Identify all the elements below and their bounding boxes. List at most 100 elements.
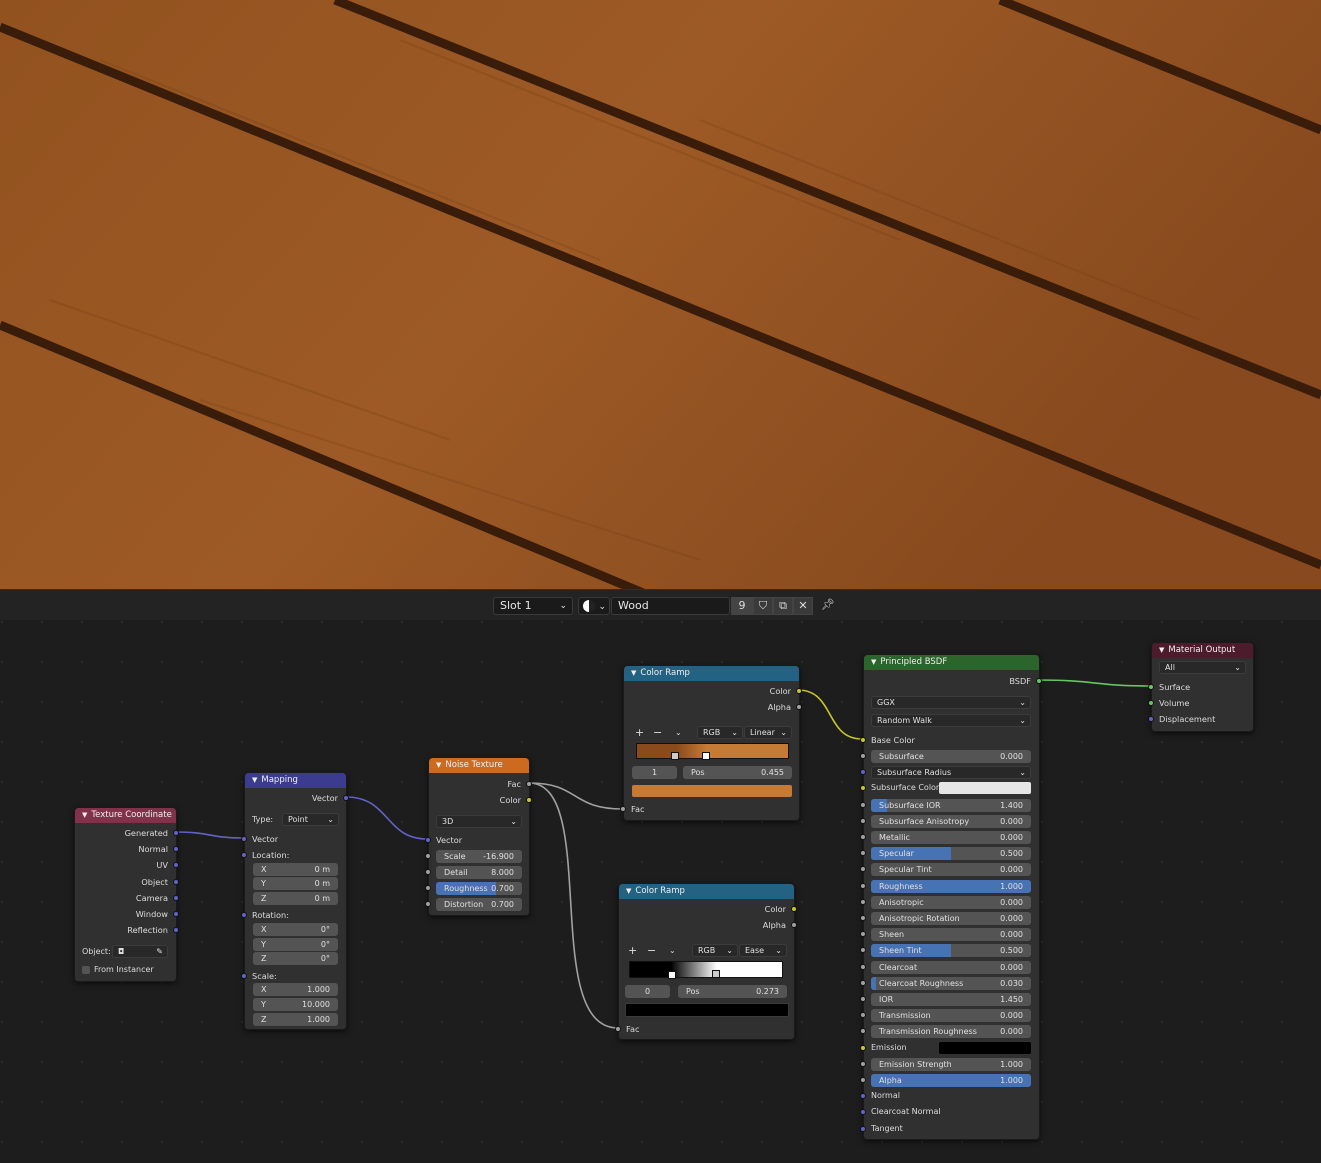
stop-index-field[interactable]: 1 — [632, 766, 677, 779]
bsdf-input-9-field[interactable]: Sheen 0.000 — [871, 928, 1031, 942]
socket-bsdf-input-13[interactable] — [860, 996, 866, 1002]
bsdf-input-13[interactable]: IOR 1.450 — [860, 992, 1039, 1006]
bsdf-input-10-field[interactable]: Sheen Tint 0.500 — [871, 944, 1031, 958]
subsurface-method-dropdown[interactable]: Random Walk ⌄ — [871, 714, 1031, 727]
bsdf-input-12[interactable]: Clearcoat Roughness 0.030 — [860, 976, 1039, 990]
subsurface-field[interactable]: Subsurface 0.000 — [871, 750, 1031, 763]
bsdf-input-7[interactable]: Anisotropic 0.000 — [860, 895, 1039, 909]
socket-normal[interactable] — [173, 846, 179, 852]
bsdf-input-7-field[interactable]: Anisotropic 0.000 — [871, 895, 1031, 909]
bsdf-input-4-field[interactable]: Specular 0.500 — [871, 847, 1031, 861]
socket-bsdf-input-9[interactable] — [860, 931, 866, 938]
add-stop-button[interactable]: + — [635, 726, 644, 740]
location-y-field[interactable]: Y 0 m — [253, 877, 338, 890]
socket-volume[interactable] — [1148, 700, 1154, 706]
socket-emission[interactable] — [860, 1044, 866, 1051]
type-dropdown[interactable]: Point ⌄ — [282, 813, 339, 826]
bsdf-input-6[interactable]: Roughness 1.000 — [860, 879, 1039, 893]
socket-bsdf-input-14[interactable] — [860, 1012, 866, 1019]
socket-bsdf-input-10[interactable] — [860, 947, 866, 954]
remove-stop-button[interactable]: − — [647, 944, 656, 958]
bsdf-input-9[interactable]: Sheen 0.000 — [860, 927, 1039, 942]
material-name-field[interactable]: Wood — [611, 597, 730, 615]
bsdf-input-4[interactable]: Specular 0.500 — [860, 846, 1039, 861]
bsdf-input-2[interactable]: Subsurface Anisotropy 0.000 — [860, 814, 1039, 828]
socket-detail[interactable] — [425, 869, 431, 875]
bsdf-input-8[interactable]: Anisotropic Rotation 0.000 — [860, 911, 1039, 925]
principled-bsdf-node[interactable]: ▼ Principled BSDF BSDF GGX ⌄ Random Walk ⌄ … — [860, 654, 1042, 1140]
socket-color-out[interactable] — [526, 797, 532, 803]
add-stop-button[interactable]: + — [628, 944, 637, 958]
interpolation-dropdown[interactable]: Ease ⌄ — [739, 944, 787, 957]
bsdf-input-8-field[interactable]: Anisotropic Rotation 0.000 — [871, 912, 1031, 925]
color-ramp-node-1[interactable]: ▼ Color Ramp Color Alpha + − ⌄ RGB ⌄ Linea… — [620, 665, 802, 821]
ramp-stop-handle-active[interactable] — [702, 752, 710, 760]
user-count-button[interactable]: 9 — [731, 597, 753, 615]
alpha[interactable]: Alpha 1.000 — [860, 1073, 1039, 1087]
node-header[interactable]: ▼ Mapping — [245, 773, 346, 788]
socket-bsdf-input-6[interactable] — [860, 882, 866, 889]
color-mode-dropdown[interactable]: RGB ⌄ — [697, 726, 743, 739]
dimensions-dropdown[interactable]: 3D ⌄ — [436, 815, 522, 828]
socket-vector-input-0[interactable] — [860, 1093, 866, 1100]
target-dropdown[interactable]: All ⌄ — [1159, 661, 1246, 674]
socket-vector-out[interactable] — [343, 795, 349, 801]
pin-button[interactable]: 📌︎ — [818, 597, 838, 615]
distortion-field[interactable]: Distortion 0.700 — [436, 898, 522, 911]
rotation-y-field[interactable]: Y 0° — [253, 938, 338, 951]
color-ramp-node-2[interactable]: ▼ Color Ramp Color Alpha + − ⌄ RGB ⌄ Ease ⌄… — [615, 883, 797, 1040]
socket-reflection[interactable] — [173, 927, 179, 933]
emission-strength-field[interactable]: Emission Strength 1.000 — [871, 1057, 1031, 1071]
socket-displacement[interactable] — [1148, 716, 1154, 722]
socket-alpha-out[interactable] — [791, 922, 797, 928]
bsdf-input-3-field[interactable]: Metallic 0.000 — [871, 831, 1031, 844]
socket-bsdf-input-11[interactable] — [860, 963, 866, 970]
socket-generated[interactable] — [173, 830, 179, 836]
stop-position-field[interactable]: Pos 0.273 — [678, 985, 787, 998]
bsdf-input-10[interactable]: Sheen Tint 0.500 — [860, 943, 1039, 958]
stop-color-swatch[interactable] — [625, 1003, 789, 1017]
socket-vector-in[interactable] — [241, 836, 247, 842]
socket-vector-in[interactable] — [425, 837, 431, 843]
bsdf-input-3[interactable]: Metallic 0.000 — [860, 830, 1039, 844]
chevron-down-icon[interactable]: ⌄ — [675, 726, 682, 740]
node-header[interactable]: ▼ Color Ramp — [624, 666, 799, 681]
bsdf-input-5-field[interactable]: Specular Tint 0.000 — [871, 863, 1031, 877]
socket-bsdf-input-3[interactable] — [860, 834, 866, 840]
socket-color-out[interactable] — [796, 688, 802, 694]
bsdf-input-14[interactable]: Transmission 0.000 — [860, 1008, 1039, 1023]
socket-bsdf-input-12[interactable] — [860, 979, 866, 986]
emission-strength[interactable]: Emission Strength 1.000 — [860, 1057, 1039, 1071]
socket-location[interactable] — [241, 852, 247, 858]
bsdf-input-12-field[interactable]: Clearcoat Roughness 0.030 — [871, 976, 1031, 990]
rotation-z-field[interactable]: Z 0° — [253, 952, 338, 965]
duplicate-material-button[interactable]: ⧉ — [773, 597, 793, 615]
socket-rotation[interactable] — [241, 912, 247, 918]
scale-z-field[interactable]: Z 1.000 — [253, 1013, 338, 1026]
socket-fac-in[interactable] — [615, 1026, 621, 1032]
socket-emission-strength[interactable] — [860, 1060, 866, 1067]
node-header[interactable]: ▼ Principled BSDF — [864, 655, 1039, 670]
socket-bsdf-input-7[interactable] — [860, 898, 866, 905]
node-header[interactable]: ▼ Material Output — [1152, 643, 1253, 658]
interpolation-dropdown[interactable]: Linear ⌄ — [744, 726, 792, 739]
bsdf-input-2-field[interactable]: Subsurface Anisotropy 0.000 — [871, 814, 1031, 828]
subsurface-radius-dropdown[interactable]: Subsurface Radius ⌄ — [871, 766, 1031, 780]
socket-color-out[interactable] — [791, 906, 797, 912]
noise-texture-node[interactable]: ▼ Noise Texture Fac Color 3D ⌄ Vector Scal… — [425, 757, 532, 916]
fake-user-button[interactable]: ⛉ — [753, 597, 773, 615]
socket-bsdf-input-2[interactable] — [860, 817, 866, 824]
bsdf-input-13-field[interactable]: IOR 1.450 — [871, 993, 1031, 1006]
socket-bsdf-input-1[interactable] — [860, 801, 866, 808]
material-output-node[interactable]: ▼ Material Output All ⌄ Surface Volume Dis… — [1148, 642, 1254, 732]
texture-coordinate-node[interactable]: ▼ Texture Coordinate Generated Normal UV … — [74, 807, 179, 982]
socket-subsurface-color[interactable] — [860, 785, 866, 792]
socket-bsdf-input-5[interactable] — [860, 866, 866, 873]
stop-color-swatch[interactable] — [632, 785, 792, 797]
socket-vector-input-2[interactable] — [860, 1125, 866, 1132]
bsdf-input-1[interactable]: Subsurface IOR 1.400 — [860, 798, 1039, 812]
scale-field[interactable]: Scale -16.900 — [436, 850, 522, 863]
alpha-field[interactable]: Alpha 1.000 — [871, 1074, 1031, 1087]
mapping-node[interactable]: ▼ Mapping Vector Type: Point ⌄ Vector Loca… — [241, 772, 349, 1030]
bsdf-input-6-field[interactable]: Roughness 1.000 — [871, 879, 1031, 893]
